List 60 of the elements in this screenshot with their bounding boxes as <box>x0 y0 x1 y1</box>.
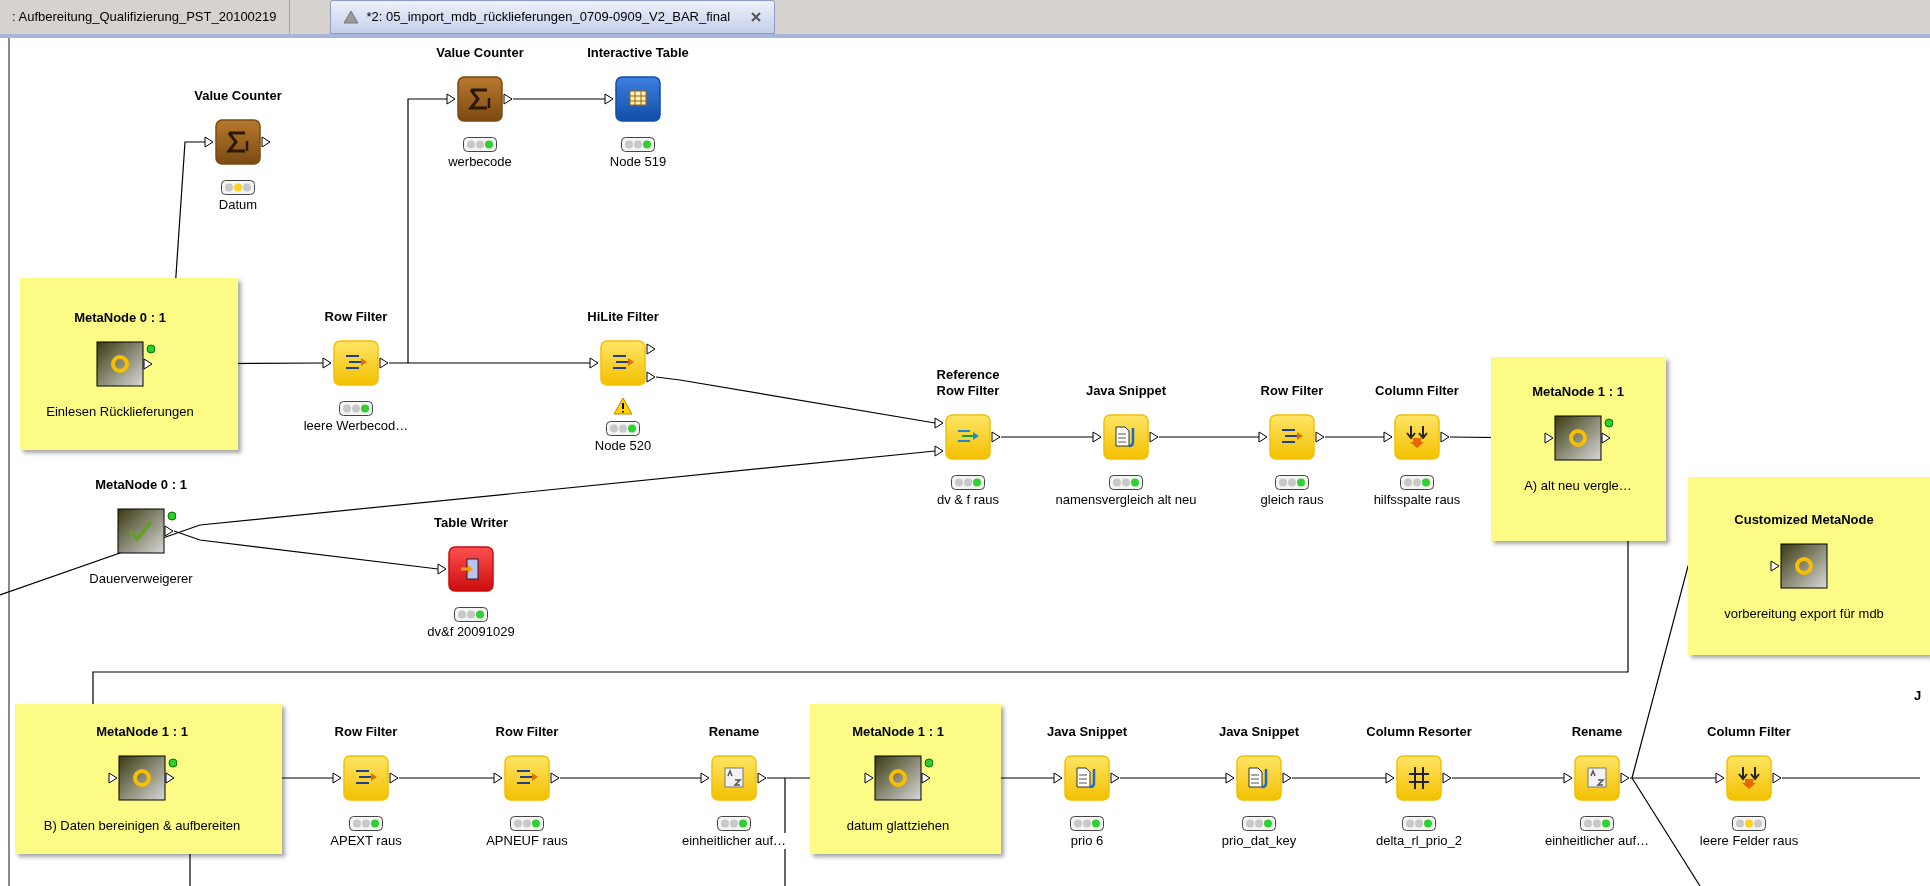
node-title: Row Filter <box>1260 383 1324 399</box>
node-label: hilfsspalte raus <box>1373 492 1461 508</box>
filter-node-icon[interactable] <box>1714 755 1784 801</box>
node-label: delta_rl_prio_2 <box>1376 833 1462 849</box>
filter-node-icon[interactable] <box>331 755 401 801</box>
node-title: MetaNode 0 : 1 <box>74 310 166 326</box>
document-node-icon[interactable] <box>1091 414 1161 460</box>
node-title: MetaNode 1 : 1 <box>852 724 944 740</box>
sigma-node-icon[interactable] <box>445 76 515 122</box>
tab[interactable]: *2: 05_import_mdb_rücklieferungen_0709-0909_V2_BAR_final <box>329 0 776 34</box>
node-title: Row Filter <box>495 724 559 740</box>
node-label: vorbereitung export für mdb <box>1724 606 1884 622</box>
node-title: Reference Row Filter <box>935 367 1001 399</box>
node-label: datum glattziehen <box>846 818 950 834</box>
close-icon[interactable] <box>750 11 763 23</box>
document-node-icon[interactable] <box>1224 755 1294 801</box>
node-title: Rename <box>1571 724 1623 740</box>
node-title: MetaNode 1 : 1 <box>96 724 188 740</box>
node-title: Rename <box>708 724 760 740</box>
node-title: J <box>1914 687 1922 705</box>
filter-node-icon[interactable] <box>1382 414 1452 460</box>
filter-node-icon[interactable] <box>588 340 658 386</box>
node-title: Table Writer <box>434 515 508 531</box>
node-title: Value Counter <box>194 88 282 104</box>
sigma-node-icon[interactable] <box>203 119 273 165</box>
node-title: Value Counter <box>436 45 524 61</box>
node-title: Customized MetaNode <box>1734 512 1874 528</box>
node-title: Column Resorter <box>1366 724 1472 740</box>
filter-node-icon[interactable] <box>933 414 1003 460</box>
node-title: Interactive Table <box>587 45 689 61</box>
node-title: Column Filter <box>1375 383 1459 399</box>
filter-node-icon[interactable] <box>321 340 391 386</box>
node-title: Java Snippet <box>1046 724 1128 740</box>
filter-node-icon[interactable] <box>492 755 562 801</box>
node-title: Java Snippet <box>1085 383 1167 399</box>
grid-node-icon[interactable] <box>1384 755 1454 801</box>
rename-node-icon[interactable] <box>1562 755 1632 801</box>
node-label: A) alt neu vergle… <box>1524 478 1632 494</box>
node-label: prio_dat_key <box>1221 833 1297 849</box>
filter-node-icon[interactable] <box>1257 414 1327 460</box>
node-title: Row Filter <box>334 724 398 740</box>
node-title: HiLite Filter <box>587 309 659 325</box>
node-label: namensvergleich alt neu <box>1055 492 1197 508</box>
node-title: Java Snippet <box>1218 724 1300 740</box>
node-label: gleich raus <box>1260 492 1324 508</box>
node-label: prio 6 <box>1070 833 1104 849</box>
node-label: einheitlicher auf… <box>681 833 787 849</box>
node-title: MetaNode 1 : 1 <box>1532 384 1624 400</box>
node-title: Row Filter <box>324 309 388 325</box>
metanode-icon[interactable] <box>107 755 177 801</box>
node-title: MetaNode 0 : 1 <box>95 477 187 493</box>
node-label: Einlesen Rücklieferungen <box>46 404 194 420</box>
rename-node-icon[interactable] <box>699 755 769 801</box>
node-label: Dauerverweigerer <box>89 571 193 587</box>
node-label: B) Daten bereinigen & aufbereiten <box>43 818 241 834</box>
document-node-icon[interactable] <box>1052 755 1122 801</box>
workflow-icon <box>342 10 359 24</box>
node-title: Column Filter <box>1707 724 1791 740</box>
metanode-icon[interactable] <box>863 755 933 801</box>
metanode-icon[interactable] <box>1543 415 1613 461</box>
